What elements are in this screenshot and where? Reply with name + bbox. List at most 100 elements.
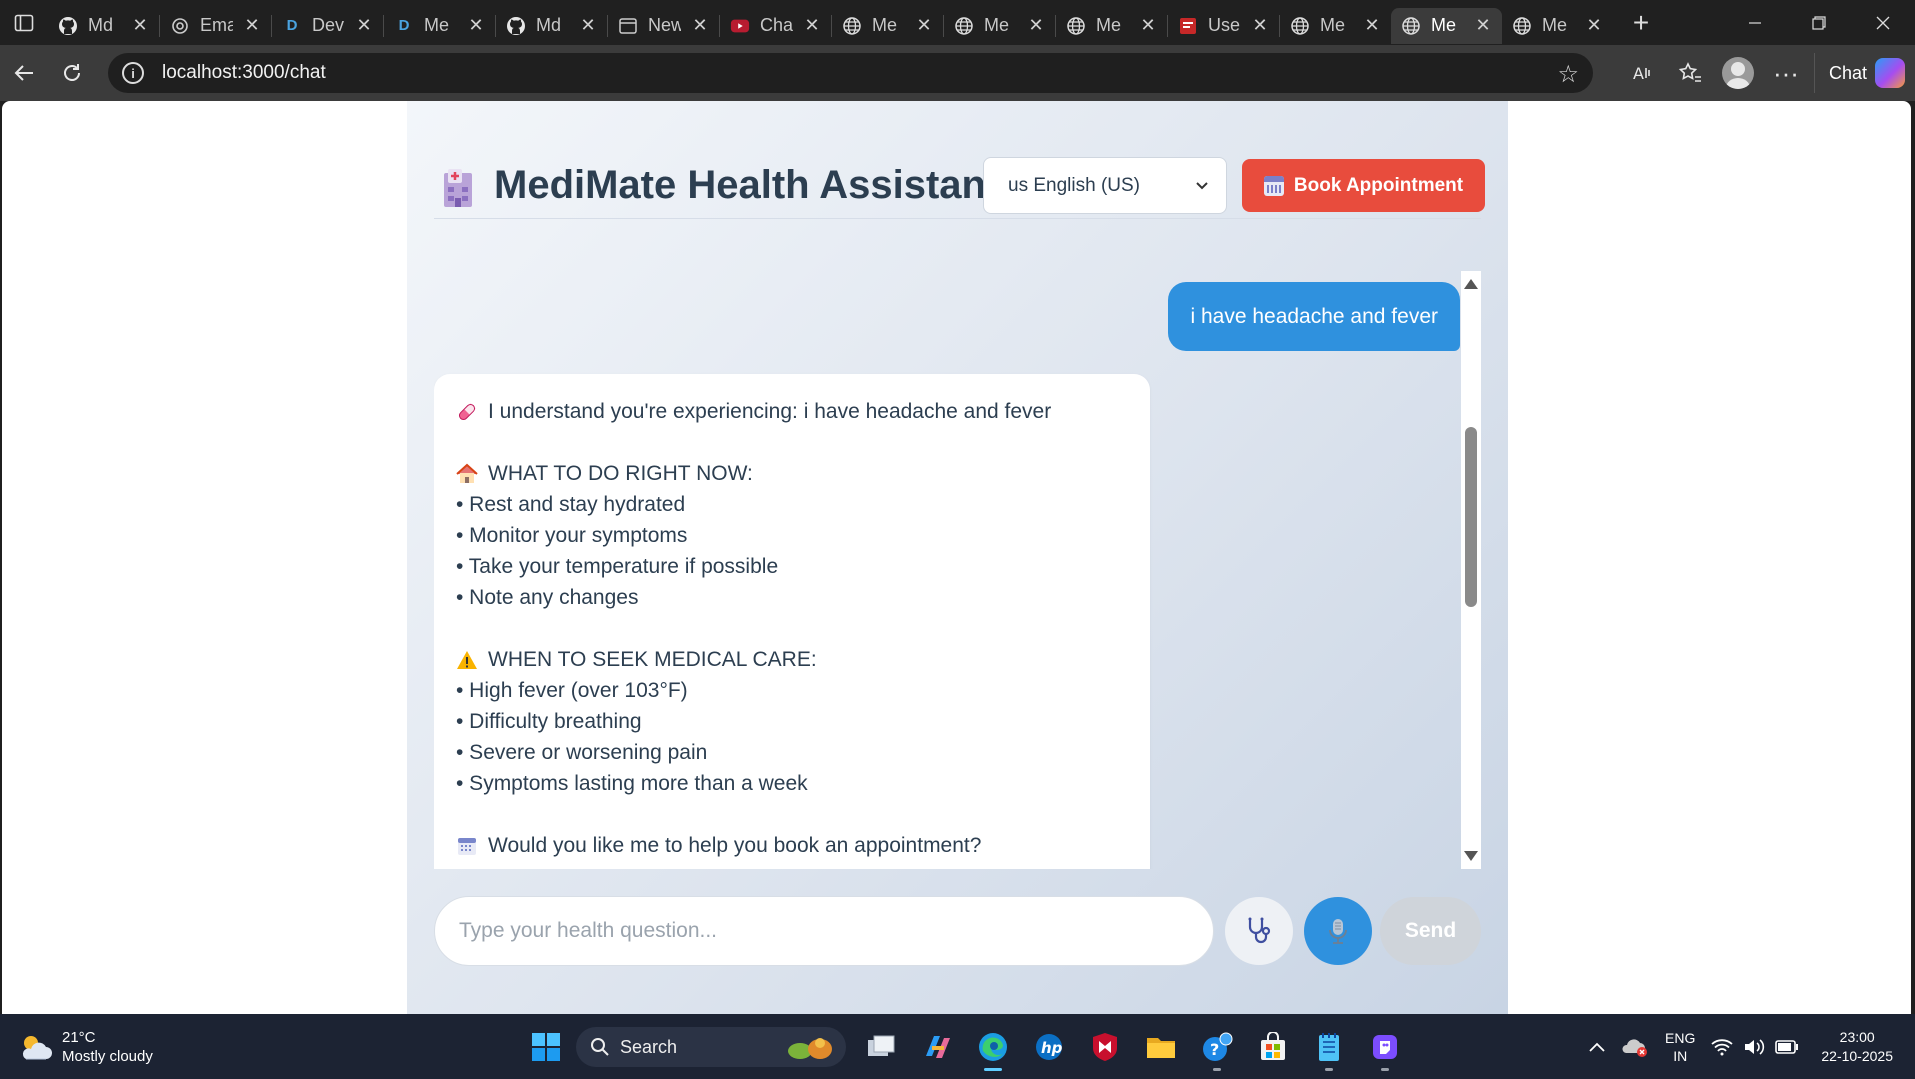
new-tab-button[interactable]: + (1619, 5, 1663, 41)
browser-tab[interactable]: Md ✕ (496, 8, 607, 44)
calendar-icon (1263, 175, 1284, 196)
browser-tab[interactable]: Me ✕ (944, 8, 1055, 44)
browser-tab[interactable]: Cha ✕ (720, 8, 831, 44)
copilot-chat-button[interactable]: Chat (1813, 53, 1915, 93)
window-controls (1723, 0, 1915, 45)
tab-close-icon[interactable]: ✕ (579, 15, 597, 36)
tab-close-icon[interactable]: ✕ (1027, 15, 1045, 36)
task-view-button[interactable] (856, 1023, 906, 1071)
openai-icon (170, 16, 190, 36)
site-info-icon[interactable]: i (122, 62, 144, 84)
arrow-left-icon (14, 65, 33, 81)
pdf-icon (1178, 16, 1198, 36)
devpost-icon: D (286, 17, 298, 34)
browser-tab[interactable]: Ema ✕ (160, 8, 271, 44)
read-aloud-button[interactable]: A (1618, 49, 1666, 97)
address-url[interactable]: localhost:3000/chat (162, 62, 326, 84)
start-button[interactable] (522, 1023, 570, 1071)
book-appointment-button[interactable]: Book Appointment (1242, 159, 1485, 212)
tab-actions-button[interactable] (0, 0, 48, 45)
tab-close-icon[interactable]: ✕ (243, 15, 261, 36)
weather-widget[interactable]: 21°C Mostly cloudy (18, 1028, 153, 1066)
bot-message-line (456, 799, 1128, 830)
refresh-icon (64, 64, 80, 81)
app-header: MediMate Health Assistant us English (US… (434, 141, 1485, 219)
browser-tab[interactable]: Me ✕ (832, 8, 943, 44)
refresh-button[interactable] (48, 49, 96, 97)
browser-tab[interactable]: New ✕ (608, 8, 719, 44)
onedrive-status[interactable] (1613, 1036, 1657, 1058)
edge-app[interactable] (968, 1023, 1018, 1071)
language-select-value: us English (US) (1008, 174, 1140, 196)
voice-input-button[interactable] (1304, 897, 1372, 965)
show-hidden-icons-button[interactable] (1581, 1042, 1613, 1052)
favorites-button[interactable] (1666, 49, 1714, 97)
tab-close-icon[interactable]: ✕ (1363, 15, 1381, 36)
battery-icon (1775, 1039, 1799, 1054)
tab-close-icon[interactable]: ✕ (1251, 15, 1269, 36)
hp-app[interactable]: hp (1024, 1023, 1074, 1071)
weather-description: Mostly cloudy (62, 1048, 153, 1065)
close-icon (1876, 16, 1890, 29)
health-question-input[interactable] (434, 896, 1214, 966)
github-icon (506, 16, 526, 36)
tab-close-icon[interactable]: ✕ (915, 15, 933, 36)
browser-tab[interactable]: D Me ✕ (384, 8, 495, 44)
browser-tab[interactable]: Me ✕ (1056, 8, 1167, 44)
browser-tab[interactable]: D Dev ✕ (272, 8, 383, 44)
copilot-app[interactable] (912, 1023, 962, 1071)
scroll-down-arrow-icon[interactable] (1464, 851, 1478, 861)
profile-avatar[interactable] (1721, 57, 1754, 89)
tab-title: Me (1096, 15, 1122, 35)
restore-button[interactable] (1787, 0, 1851, 45)
store-app[interactable] (1248, 1023, 1298, 1071)
notepad-app[interactable] (1304, 1023, 1354, 1071)
search-icon (591, 1038, 609, 1056)
browser-tab[interactable]: Me ✕ (1280, 8, 1391, 44)
tab-title: Dev (312, 15, 345, 35)
tab-close-icon[interactable]: ✕ (1139, 15, 1157, 36)
scrollbar-thumb[interactable] (1465, 427, 1477, 607)
browser-tab[interactable]: Md ✕ (48, 8, 159, 44)
browser-tab[interactable]: Use ✕ (1168, 8, 1279, 44)
chat-scrollbar[interactable] (1461, 271, 1481, 869)
browser-tab[interactable]: Me ✕ (1391, 7, 1502, 44)
tab-close-icon[interactable]: ✕ (355, 15, 373, 36)
tab-close-icon[interactable]: ✕ (131, 15, 149, 36)
back-button[interactable] (0, 49, 48, 97)
speaker-icon (1745, 1038, 1765, 1055)
taskbar-clock[interactable]: 23:00 22-10-2025 (1807, 1028, 1915, 1066)
address-bar[interactable]: i localhost:3000/chat ☆ (108, 53, 1593, 93)
tab-title: Md (88, 15, 114, 35)
tab-title: Me (984, 15, 1010, 35)
scroll-up-arrow-icon[interactable] (1464, 279, 1478, 289)
minimize-button[interactable] (1723, 0, 1787, 45)
input-language-indicator[interactable]: ENG IN (1657, 1029, 1703, 1065)
favorite-star-icon[interactable]: ☆ (1557, 60, 1579, 89)
microphone-icon (1329, 919, 1347, 944)
file-explorer-app[interactable] (1136, 1023, 1186, 1071)
taskbar-search-box[interactable]: Search (576, 1027, 846, 1067)
send-button[interactable]: Send (1380, 897, 1481, 965)
chat-message-area[interactable]: i have headache and fever I understand y… (434, 271, 1481, 869)
tab-close-icon[interactable]: ✕ (1474, 15, 1492, 36)
chat-app[interactable] (1360, 1023, 1410, 1071)
mcafee-app[interactable] (1080, 1023, 1130, 1071)
language-select[interactable]: us English (US) (983, 157, 1227, 214)
tab-close-icon[interactable]: ✕ (691, 15, 709, 36)
get-help-app[interactable]: ? (1192, 1023, 1242, 1071)
tab-close-icon[interactable]: ✕ (803, 15, 821, 36)
close-window-button[interactable] (1851, 0, 1915, 45)
input-region: IN (1673, 1047, 1688, 1064)
stethoscope-icon (1248, 917, 1271, 944)
tab-close-icon[interactable]: ✕ (1585, 15, 1603, 36)
running-app-indicator (1325, 1068, 1333, 1071)
clock-time: 23:00 (1839, 1028, 1875, 1045)
running-app-indicator (1381, 1068, 1389, 1071)
symptom-checker-button[interactable] (1225, 897, 1293, 965)
quick-settings-button[interactable] (1703, 1038, 1807, 1056)
tab-close-icon[interactable]: ✕ (467, 15, 485, 36)
settings-more-button[interactable]: ··· (1762, 49, 1810, 97)
browser-tab[interactable]: Me ✕ (1502, 8, 1613, 44)
weather-temperature: 21°C (62, 1029, 96, 1046)
